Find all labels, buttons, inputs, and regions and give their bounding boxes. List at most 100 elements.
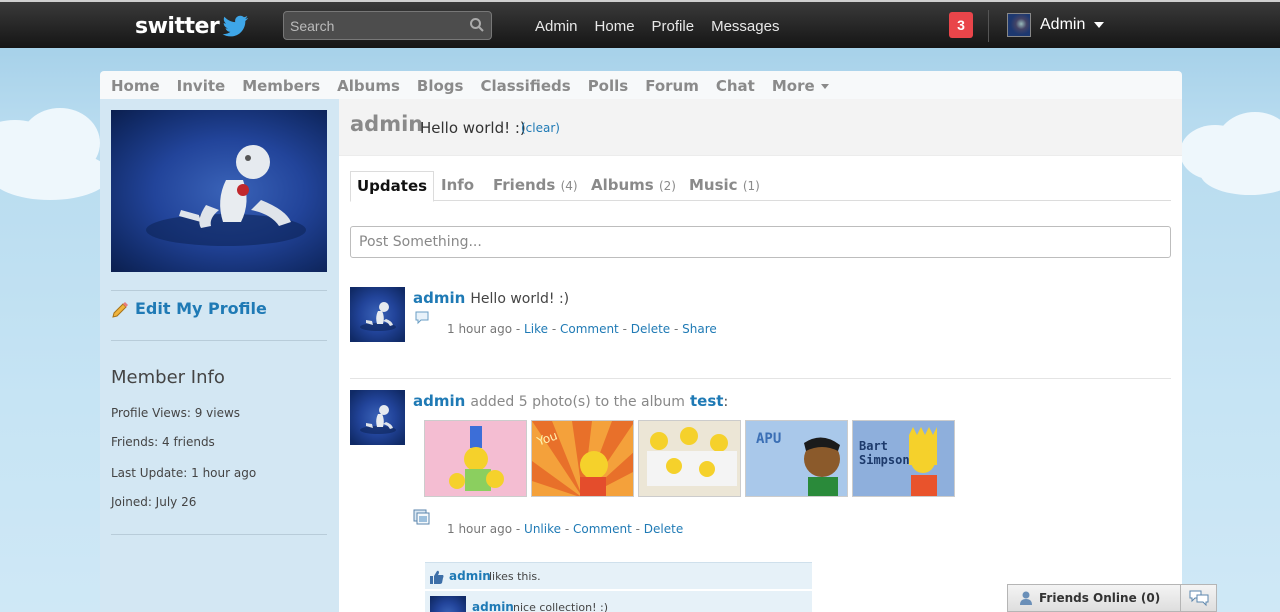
avatar xyxy=(1007,13,1031,37)
nav-forum[interactable]: Forum xyxy=(645,77,699,97)
main-container: Home Invite Members Albums Blogs Classif… xyxy=(100,71,1182,612)
main-nav: Home Invite Members Albums Blogs Classif… xyxy=(111,77,846,97)
separator: - xyxy=(551,322,560,336)
likes-box: admin likes this. xyxy=(425,562,812,590)
tab-info[interactable]: Info xyxy=(441,171,474,201)
info-joined: Joined: July 26 xyxy=(111,495,197,509)
feed-time: 1 hour ago xyxy=(447,322,513,336)
feed-text: added 5 photo(s) to the album xyxy=(470,394,685,410)
bird-icon xyxy=(222,15,249,37)
tab-count: (1) xyxy=(742,179,760,193)
tab-albums[interactable]: Albums (2) xyxy=(591,171,676,201)
feed-meta: 1 hour ago - Like - Comment - Delete - S… xyxy=(447,322,717,336)
nav-classifieds[interactable]: Classifieds xyxy=(480,77,570,97)
tab-label: Friends xyxy=(493,176,556,194)
tab-friends[interactable]: Friends (4) xyxy=(493,171,578,201)
main-content: admin Hello world! :) (clear) Updates In… xyxy=(339,99,1182,612)
search-icon[interactable] xyxy=(469,17,485,33)
chevron-down-icon xyxy=(1094,22,1105,28)
status-username[interactable]: admin xyxy=(350,112,423,136)
tab-count: (4) xyxy=(560,179,578,193)
feed-author-link[interactable]: admin xyxy=(413,392,465,410)
nav-blogs[interactable]: Blogs xyxy=(417,77,464,97)
search-box[interactable] xyxy=(283,11,492,40)
likes-author-link[interactable]: admin xyxy=(449,569,491,583)
tab-label: Music xyxy=(689,176,738,194)
feed-author-link[interactable]: admin xyxy=(413,289,465,307)
feed-item-header: admin Hello world! :) xyxy=(413,288,569,307)
status-bar: admin Hello world! :) (clear) xyxy=(339,99,1182,156)
avatar[interactable] xyxy=(430,596,466,612)
nav-invite[interactable]: Invite xyxy=(177,77,226,97)
info-friends: Friends: 4 friends xyxy=(111,435,215,449)
topnav-profile[interactable]: Profile xyxy=(652,18,695,35)
separator xyxy=(988,10,989,42)
photo-thumbnail[interactable] xyxy=(638,420,741,497)
user-name: Admin xyxy=(1040,16,1086,33)
profile-figure-image xyxy=(146,145,306,246)
unlike-link[interactable]: Unlike xyxy=(524,522,561,536)
nav-home[interactable]: Home xyxy=(111,77,160,97)
post-input[interactable] xyxy=(350,226,1171,258)
edit-profile-label: Edit My Profile xyxy=(135,299,267,318)
search-input[interactable] xyxy=(290,16,460,36)
like-link[interactable]: Like xyxy=(524,322,548,336)
photo-album-icon xyxy=(413,509,430,525)
avatar[interactable] xyxy=(350,287,405,342)
divider xyxy=(111,340,327,341)
photo-thumbnail[interactable]: You xyxy=(531,420,634,497)
feed-colon: : xyxy=(723,394,729,410)
photo-image: You xyxy=(532,421,633,496)
photo-image xyxy=(639,421,740,496)
separator: - xyxy=(674,322,683,336)
delete-link[interactable]: Delete xyxy=(644,522,683,536)
tab-label: Albums xyxy=(591,176,654,194)
likes-text: likes this. xyxy=(489,570,541,583)
user-menu[interactable]: Admin xyxy=(1007,13,1105,37)
comment-link[interactable]: Comment xyxy=(573,522,632,536)
photo-thumbnail[interactable] xyxy=(424,420,527,497)
avatar[interactable] xyxy=(350,390,405,445)
pencil-icon xyxy=(112,301,128,318)
friends-online-label: Friends Online (0) xyxy=(1039,591,1161,605)
tab-music[interactable]: Music (1) xyxy=(689,171,760,201)
nav-more[interactable]: More xyxy=(772,77,829,97)
nav-chat[interactable]: Chat xyxy=(716,77,755,97)
status-text: Hello world! :) xyxy=(420,119,526,137)
clear-status-link[interactable]: (clear) xyxy=(521,121,560,135)
comment-link[interactable]: Comment xyxy=(560,322,619,336)
delete-link[interactable]: Delete xyxy=(631,322,670,336)
photo-thumbnail[interactable]: Bart Simpson xyxy=(852,420,955,497)
avatar-figure-image xyxy=(360,302,396,331)
photo-image xyxy=(425,421,526,496)
nav-polls[interactable]: Polls xyxy=(588,77,629,97)
nav-members[interactable]: Members xyxy=(242,77,320,97)
topnav-home[interactable]: Home xyxy=(595,18,635,35)
topnav-admin[interactable]: Admin xyxy=(535,18,578,35)
photo-caption: APU xyxy=(756,431,782,447)
photo-thumbnail[interactable]: APU xyxy=(745,420,848,497)
divider xyxy=(111,534,327,535)
topnav-messages[interactable]: Messages xyxy=(711,18,779,35)
user-icon xyxy=(1020,591,1032,605)
profile-picture[interactable] xyxy=(111,110,327,272)
feed-meta: 1 hour ago - Unlike - Comment - Delete xyxy=(447,522,683,536)
tab-updates[interactable]: Updates xyxy=(350,171,435,202)
divider xyxy=(350,378,1171,379)
comment-text: nice collection! :) xyxy=(513,601,609,612)
tab-count: (2) xyxy=(658,179,676,193)
chat-bubbles-icon xyxy=(1189,590,1208,607)
avatar-figure-image xyxy=(360,405,396,434)
nav-albums[interactable]: Albums xyxy=(337,77,400,97)
notification-badge[interactable]: 3 xyxy=(949,12,973,38)
separator: - xyxy=(564,522,573,536)
logo[interactable]: switter xyxy=(135,12,249,40)
share-link[interactable]: Share xyxy=(682,322,717,336)
album-link[interactable]: test xyxy=(690,392,723,410)
edit-profile-link[interactable]: Edit My Profile xyxy=(111,299,267,318)
nav-more-label: More xyxy=(771,77,815,95)
chat-toggle-button[interactable] xyxy=(1181,584,1217,612)
comment-author-link[interactable]: admin xyxy=(472,600,514,612)
separator: - xyxy=(622,322,631,336)
friends-online-button[interactable]: Friends Online (0) xyxy=(1007,584,1181,612)
